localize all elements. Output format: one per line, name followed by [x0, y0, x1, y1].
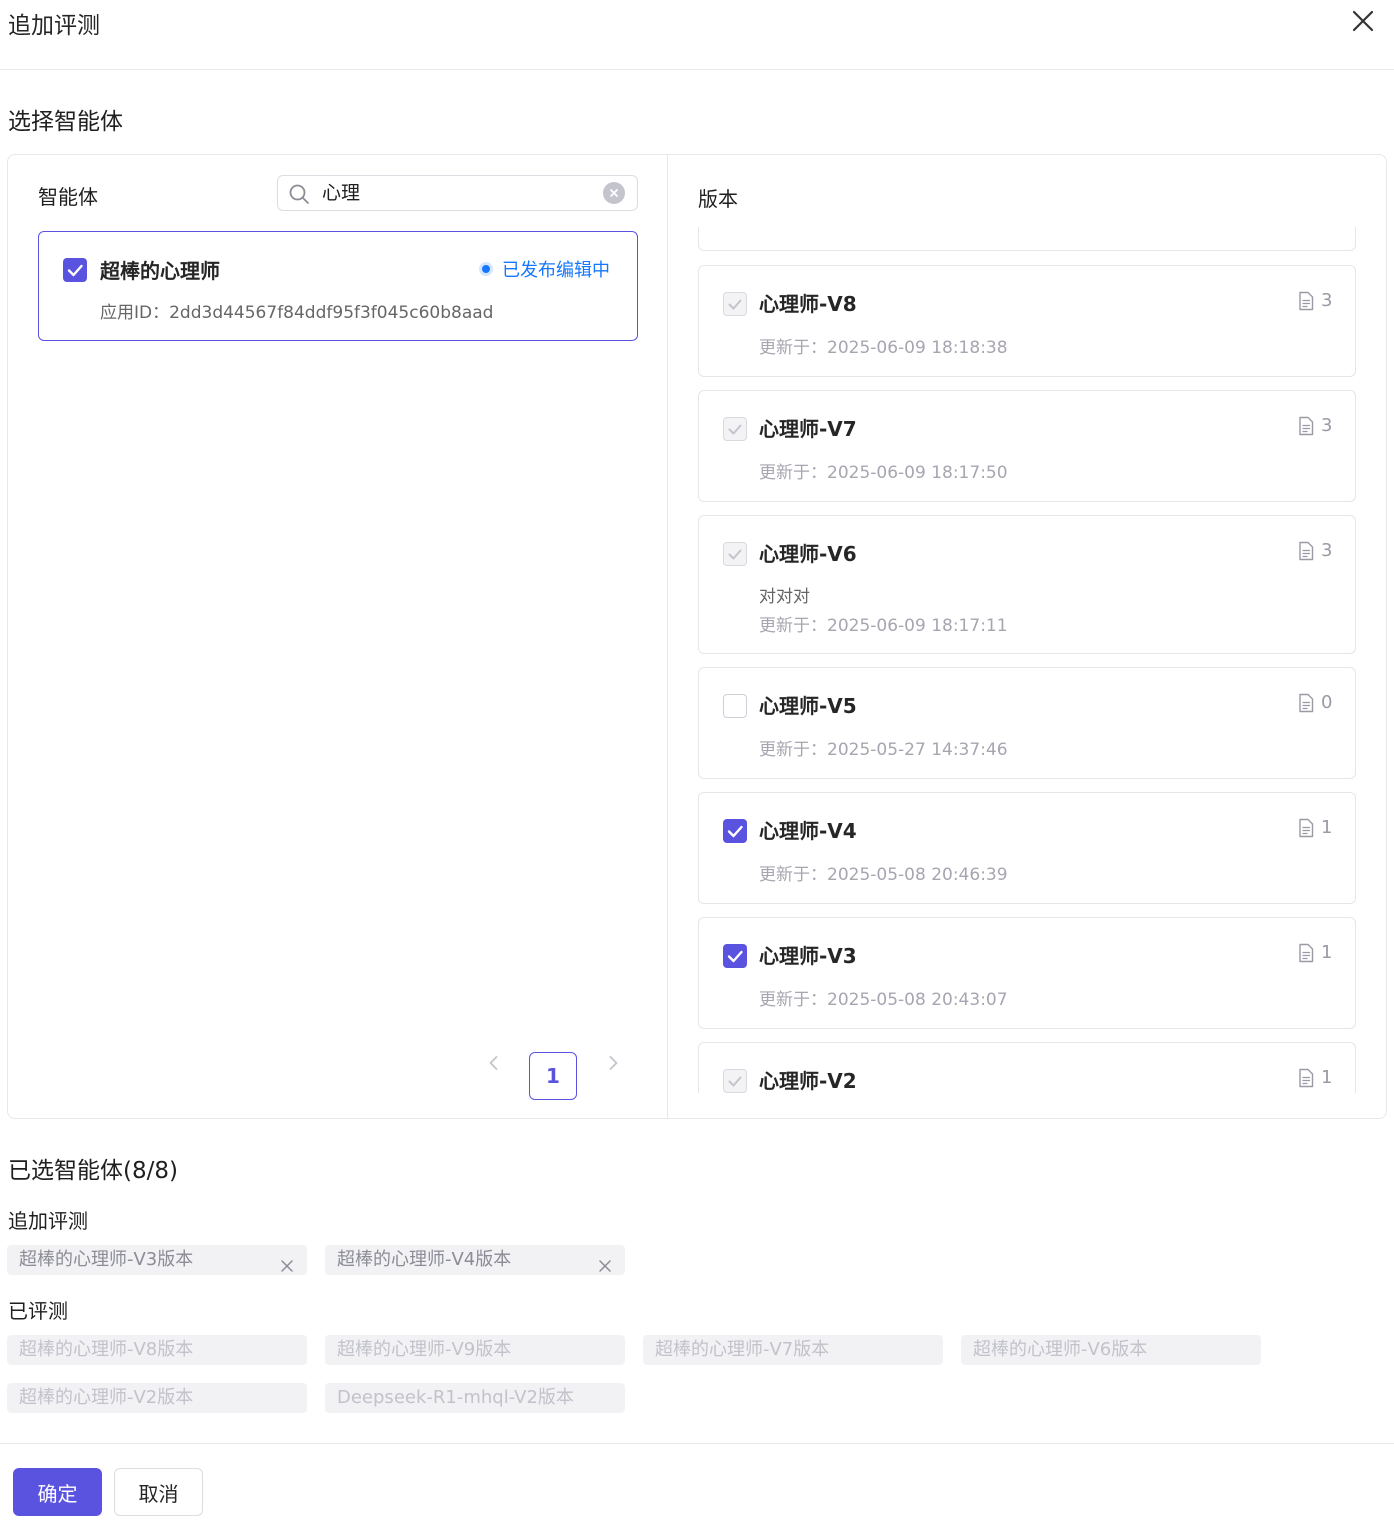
version-card[interactable]: 心理师-V7 3 更新于：2025-06-09 18:17:50: [698, 390, 1356, 502]
evaluated-tag: 超棒的心理师-V8版本: [7, 1335, 307, 1365]
clear-icon[interactable]: [603, 182, 625, 204]
version-note: 对对对: [759, 587, 810, 607]
tag-close-icon[interactable]: [598, 1253, 612, 1272]
version-count: 1: [1297, 942, 1332, 963]
evaluated-tag: 超棒的心理师-V9版本: [325, 1335, 625, 1365]
version-count-value: 3: [1321, 540, 1333, 561]
version-updated-time: 更新于：2025-05-27 14:37:46: [759, 740, 1008, 760]
version-updated-time: 更新于：2025-06-09 18:18:38: [759, 338, 1008, 358]
version-checkbox-disabled[interactable]: [723, 542, 747, 566]
document-icon: [1299, 416, 1314, 435]
agent-card[interactable]: 超棒的心理师 已发布编辑中 应用ID：2dd3d44567f84ddf95f3f…: [38, 231, 638, 341]
dialog-header: 追加评测: [0, 0, 1394, 70]
search-value[interactable]: 心理: [322, 181, 360, 205]
version-checkbox-disabled[interactable]: [723, 1069, 747, 1093]
tag-label: 超棒的心理师-V7版本: [655, 1339, 830, 1360]
document-icon: [1299, 1068, 1314, 1087]
agent-heading: 智能体: [38, 185, 98, 209]
version-count: 3: [1297, 415, 1332, 436]
document-icon: [1299, 541, 1314, 560]
document-icon: [1299, 943, 1314, 962]
version-updated-time: 更新于：2025-05-08 20:46:39: [759, 865, 1008, 885]
page-number-button[interactable]: 1: [529, 1052, 577, 1100]
version-checkbox-disabled[interactable]: [723, 417, 747, 441]
confirm-button[interactable]: 确定: [13, 1468, 102, 1516]
chevron-right-icon[interactable]: [603, 1053, 623, 1073]
footer-divider: [0, 1443, 1394, 1444]
version-count-value: 1: [1321, 817, 1333, 838]
version-count: 3: [1297, 540, 1332, 561]
search-icon: [288, 183, 310, 205]
evaluated-tag: 超棒的心理师-V2版本: [7, 1383, 307, 1413]
evaluated-tag: 超棒的心理师-V6版本: [961, 1335, 1261, 1365]
version-name: 心理师-V5: [759, 694, 857, 718]
version-count-value: 0: [1321, 692, 1333, 713]
version-name: 心理师-V2: [759, 1069, 857, 1093]
version-name: 心理师-V8: [759, 292, 857, 316]
tag-label: 超棒的心理师-V6版本: [973, 1339, 1148, 1360]
chevron-left-icon[interactable]: [484, 1053, 504, 1073]
tag-label: 超棒的心理师-V3版本: [19, 1249, 194, 1270]
version-card[interactable]: 心理师-V2 1: [698, 1042, 1356, 1093]
evaluated-tag: 超棒的心理师-V7版本: [643, 1335, 943, 1365]
tag-label: 超棒的心理师-V2版本: [19, 1387, 194, 1408]
document-icon: [1299, 291, 1314, 310]
version-count-value: 3: [1321, 415, 1333, 436]
version-card[interactable]: 心理师-V6 3 对对对更新于：2025-06-09 18:17:11: [698, 515, 1356, 654]
agent-app-id: 应用ID：2dd3d44567f84ddf95f3f045c60b8aad: [100, 303, 494, 323]
version-card-partial: [698, 227, 1356, 251]
version-checkbox[interactable]: [723, 694, 747, 718]
select-agent-title: 选择智能体: [8, 109, 123, 135]
selection-panel: 智能体 心理 超棒的心理师 已发布编辑中 应用ID：2dd3d44567f84d…: [7, 154, 1387, 1119]
panel-divider: [667, 155, 668, 1118]
evaluated-label: 已评测: [8, 1299, 68, 1323]
version-card[interactable]: 心理师-V3 1 更新于：2025-05-08 20:43:07: [698, 917, 1356, 1029]
selected-title: 已选智能体(8/8): [8, 1158, 178, 1184]
selected-tag: 超棒的心理师-V4版本: [325, 1245, 625, 1275]
agent-checkbox[interactable]: [63, 258, 87, 282]
version-count-value: 1: [1321, 942, 1333, 963]
version-card[interactable]: 心理师-V4 1 更新于：2025-05-08 20:46:39: [698, 792, 1356, 904]
version-checkbox-disabled[interactable]: [723, 292, 747, 316]
status-text: 已发布编辑中: [502, 260, 610, 281]
version-card[interactable]: 心理师-V8 3 更新于：2025-06-09 18:18:38: [698, 265, 1356, 377]
version-list[interactable]: 心理师-V8 3 更新于：2025-06-09 18:18:38 心理师-V7 3 更新于…: [698, 227, 1358, 1093]
version-card[interactable]: 心理师-V5 0 更新于：2025-05-27 14:37:46: [698, 667, 1356, 779]
version-name: 心理师-V6: [759, 542, 857, 566]
version-count: 3: [1297, 290, 1332, 311]
version-count: 0: [1297, 692, 1332, 713]
agent-search-input[interactable]: 心理: [277, 175, 638, 211]
version-updated-time: 更新于：2025-06-09 18:17:50: [759, 463, 1008, 483]
cancel-button[interactable]: 取消: [114, 1468, 203, 1516]
tag-label: 超棒的心理师-V9版本: [337, 1339, 512, 1360]
document-icon: [1299, 693, 1314, 712]
version-name: 心理师-V3: [759, 944, 857, 968]
evaluated-tag: Deepseek-R1-mhql-V2版本: [325, 1383, 625, 1413]
version-name: 心理师-V7: [759, 417, 857, 441]
version-name: 心理师-V4: [759, 819, 857, 843]
dialog-title: 追加评测: [8, 13, 100, 39]
tag-label: 超棒的心理师-V8版本: [19, 1339, 194, 1360]
version-updated-time: 更新于：2025-06-09 18:17:11: [759, 616, 1008, 636]
version-count-value: 1: [1321, 1067, 1333, 1088]
version-checkbox-checked[interactable]: [723, 944, 747, 968]
version-updated-time: 更新于：2025-05-08 20:43:07: [759, 990, 1008, 1010]
document-icon: [1299, 818, 1314, 837]
version-heading: 版本: [698, 187, 738, 211]
version-count-value: 3: [1321, 290, 1333, 311]
tag-label: 超棒的心理师-V4版本: [337, 1249, 512, 1270]
status-badge: 已发布编辑中: [482, 256, 610, 282]
close-icon[interactable]: [1348, 6, 1378, 36]
tag-label: Deepseek-R1-mhql-V2版本: [337, 1387, 574, 1408]
version-count: 1: [1297, 1067, 1332, 1088]
selected-tag: 超棒的心理师-V3版本: [7, 1245, 307, 1275]
version-count: 1: [1297, 817, 1332, 838]
tag-close-icon[interactable]: [280, 1253, 294, 1272]
agent-name: 超棒的心理师: [100, 259, 220, 283]
status-dot-icon: [482, 265, 490, 273]
add-eval-label: 追加评测: [8, 1209, 88, 1233]
version-checkbox-checked[interactable]: [723, 819, 747, 843]
